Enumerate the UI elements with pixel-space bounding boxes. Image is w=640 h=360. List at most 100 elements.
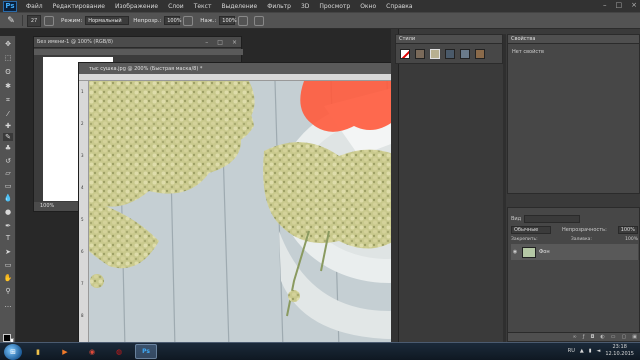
app-window-controls: – □ × — [603, 1, 637, 9]
add-mask-icon[interactable]: ◘ — [590, 333, 594, 341]
eyedropper-icon[interactable]: ⁄ — [3, 110, 13, 118]
menu-3d[interactable]: 3D — [296, 3, 314, 10]
menu-view[interactable]: Просмотр — [314, 3, 355, 10]
move-icon[interactable]: ✥ — [3, 40, 13, 48]
properties-panel: Свойства Нет свойств — [507, 34, 640, 194]
opacity-value: 100% — [167, 17, 182, 24]
mode-select[interactable]: Нормальный — [85, 16, 130, 25]
airbrush-icon[interactable] — [238, 15, 249, 26]
layers-filter: Вид — [511, 214, 638, 223]
gradient-icon[interactable]: ▭ — [3, 182, 13, 190]
layer-opacity-field[interactable]: 100% — [617, 226, 638, 234]
taskbar-photoshop-icon[interactable]: Ps — [135, 344, 157, 359]
tray-up-arrow-icon[interactable]: ▲ — [580, 348, 584, 354]
mode-value: Нормальный — [88, 17, 122, 24]
layer-name: Фон — [539, 249, 550, 255]
tablet-opacity-icon[interactable] — [183, 15, 194, 26]
photoshop-logo: Ps — [3, 0, 17, 12]
close-button[interactable]: × — [631, 1, 637, 9]
layer-style-icon[interactable]: ƒ — [583, 333, 585, 341]
menu-type[interactable]: Текст — [189, 3, 217, 10]
marquee-icon[interactable]: ⬚ — [3, 54, 13, 62]
eraser-icon[interactable]: ▱ — [3, 169, 13, 177]
fill-value[interactable]: 100% — [625, 237, 638, 242]
menu-image[interactable]: Изображение — [110, 3, 163, 10]
menu-window[interactable]: Окно — [355, 3, 381, 10]
lasso-icon[interactable]: ʘ — [3, 68, 13, 76]
opacity-field[interactable]: 100% — [164, 16, 182, 25]
network-icon[interactable]: ▮ — [589, 348, 592, 354]
volume-icon[interactable]: ◄ — [597, 348, 601, 354]
pen-icon[interactable]: ✒ — [3, 222, 13, 230]
start-button[interactable]: ⊞ — [4, 343, 22, 360]
document-title: Без имени-1 @ 100% (RGB/8) — [37, 39, 113, 45]
hand-icon[interactable]: ✋ — [3, 274, 13, 282]
style-swatch[interactable] — [460, 49, 470, 59]
tab-properties[interactable]: Свойства — [508, 35, 639, 44]
history-brush-icon[interactable]: ↺ — [3, 157, 13, 165]
type-icon[interactable]: T — [3, 234, 13, 242]
minimize-button[interactable]: – — [603, 1, 607, 9]
tablet-size-icon[interactable] — [254, 15, 265, 26]
style-swatch[interactable] — [445, 49, 455, 59]
tab-styles[interactable]: Стили — [396, 35, 502, 44]
menu-help[interactable]: Справка — [381, 3, 417, 10]
toolbox: ✥ ⬚ ʘ ✱ ⌗ ⁄ ✚ ✎ ♣ ↺ ▱ ▭ 💧 ● ✒ T ➤ ▭ ✋ ⚲ … — [0, 36, 16, 346]
foreground-color-swatch[interactable] — [3, 334, 11, 342]
edit-toolbar-icon[interactable]: … — [3, 301, 13, 309]
delete-layer-icon[interactable]: ▣ — [632, 333, 637, 341]
brush-panel-toggle-icon[interactable] — [44, 15, 54, 26]
ruler-number: 7 — [81, 281, 84, 286]
clock-time: 23:18 — [612, 344, 627, 350]
new-layer-icon[interactable]: ▢ — [622, 333, 627, 341]
menu-file[interactable]: Файл — [21, 3, 48, 10]
layer-row-background[interactable]: ◉ Фон — [511, 244, 638, 260]
photoshop-window: Ps Файл Редактирование Изображение Слои … — [0, 0, 640, 360]
menu-layers[interactable]: Слои — [163, 3, 189, 10]
doc-maximize-button[interactable]: □ — [217, 39, 223, 46]
healing-icon[interactable]: ✚ — [3, 122, 13, 130]
layers-filter-select[interactable] — [524, 214, 581, 223]
menu-select[interactable]: Выделение — [216, 3, 262, 10]
style-swatch-none[interactable] — [400, 49, 410, 59]
dock-divider[interactable] — [503, 34, 506, 342]
style-swatch[interactable] — [475, 49, 485, 59]
menu-bar: Ps Файл Редактирование Изображение Слои … — [0, 0, 640, 12]
clock[interactable]: 23:18 12.10.2015 — [605, 344, 634, 358]
taskbar-opera-icon[interactable]: ◍ — [108, 344, 130, 359]
blur-icon[interactable]: 💧 — [3, 194, 13, 202]
brush-tool-preset-icon[interactable]: ✎ — [4, 15, 18, 27]
new-group-icon[interactable]: ▭ — [611, 333, 616, 341]
doc-minimize-button[interactable]: – — [205, 39, 208, 46]
blend-mode-select[interactable]: Обычные — [511, 226, 551, 234]
taskbar-explorer-icon[interactable]: ▮ — [27, 344, 49, 359]
style-swatch[interactable] — [415, 49, 425, 59]
pressure-field[interactable]: 100% — [219, 16, 237, 25]
ruler-number: 6 — [81, 249, 84, 254]
brush-icon[interactable]: ✎ — [3, 133, 13, 141]
ruler-number: 4 — [81, 185, 84, 190]
adjustment-layer-icon[interactable]: ◐ — [600, 333, 604, 341]
path-select-icon[interactable]: ➤ — [3, 248, 13, 256]
visibility-eye-icon[interactable]: ◉ — [511, 249, 519, 255]
menu-edit[interactable]: Редактирование — [48, 3, 110, 10]
taskbar-media-icon[interactable]: ▶ — [54, 344, 76, 359]
options-bar: ✎ 27 Режим: Нормальный Непрозр.: 100% На… — [0, 12, 640, 29]
horizontal-ruler — [34, 49, 243, 55]
style-swatch-selected[interactable] — [430, 49, 440, 59]
dodge-icon[interactable]: ● — [3, 208, 13, 216]
pressure-value: 100% — [222, 17, 237, 24]
menu-filter[interactable]: Фильтр — [262, 3, 296, 10]
link-layers-icon[interactable]: ∞ — [573, 333, 577, 341]
zoom-icon[interactable]: ⚲ — [3, 287, 13, 295]
doc-close-button[interactable]: × — [232, 39, 237, 46]
taskbar-chrome-icon[interactable]: ◉ — [81, 344, 103, 359]
brush-size-picker[interactable]: 27 — [27, 14, 41, 27]
quick-select-icon[interactable]: ✱ — [3, 82, 13, 90]
language-indicator[interactable]: RU — [568, 348, 575, 354]
style-swatch-list — [396, 44, 502, 59]
shape-icon[interactable]: ▭ — [3, 261, 13, 269]
maximize-button[interactable]: □ — [616, 1, 623, 9]
stamp-icon[interactable]: ♣ — [3, 144, 13, 152]
crop-icon[interactable]: ⌗ — [3, 96, 13, 104]
